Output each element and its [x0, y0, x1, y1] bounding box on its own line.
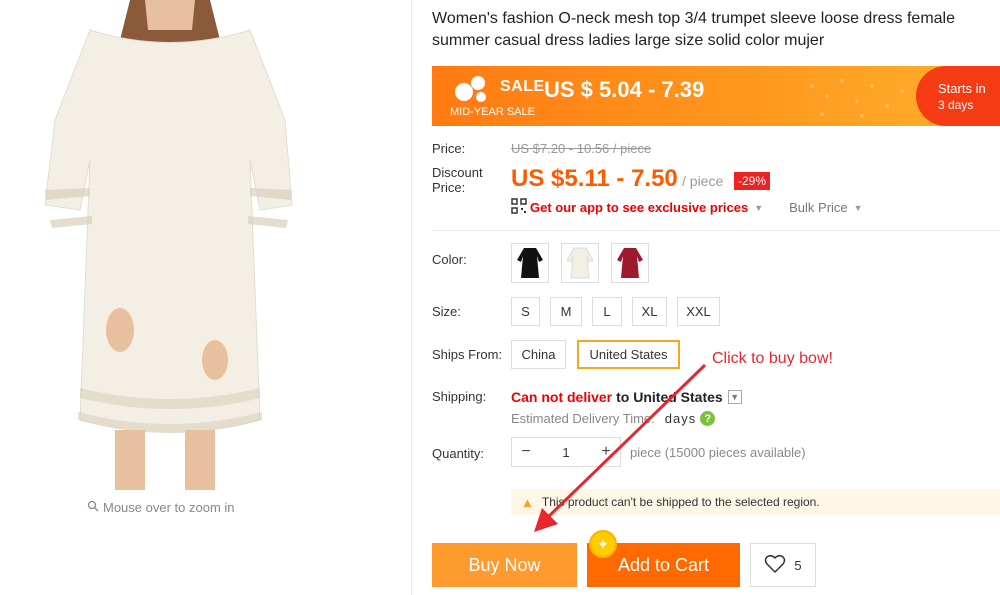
discount-label-line1: Discount [432, 165, 483, 180]
size-label: Size: [432, 304, 461, 319]
sale-pattern-decoration [810, 79, 904, 118]
app-promo-link[interactable]: Get our app to see exclusive prices [530, 200, 748, 215]
zoom-hint: Mouse over to zoom in [87, 500, 235, 515]
quantity-label: Quantity: [432, 446, 485, 461]
shipping-status: Can not deliver to United States ▼ [511, 389, 742, 405]
annotation-text: Click to buy bow! [712, 350, 833, 367]
app-promo-row: Get our app to see exclusive prices ▼ Bu… [511, 198, 863, 217]
quantity-input[interactable]: 1 [540, 445, 592, 460]
ships-from-label: Ships From: [432, 347, 503, 362]
sale-banner: SALE US $ 5.04 - 7.39 MID-YEAR SALE Star… [432, 66, 1000, 126]
price-unit: / piece [682, 173, 724, 189]
discount-label-line2: Price: [432, 180, 466, 195]
warning-text: This product can't be shipped to the sel… [541, 495, 820, 509]
delivery-status: Can not deliver [511, 389, 613, 405]
size-option-xl[interactable]: XL [632, 297, 667, 326]
chevron-down-icon[interactable]: ▼ [727, 390, 742, 404]
estimate-value: days [664, 411, 697, 426]
product-title: Women's fashion O-neck mesh top 3/4 trum… [432, 10, 956, 49]
shipping-label: Shipping: [432, 389, 487, 404]
increase-quantity-button[interactable]: + [592, 443, 620, 461]
original-price: US $7.20 - 10.56 / piece [511, 141, 652, 156]
buy-now-button[interactable]: Buy Now [432, 543, 577, 587]
caret-down-icon[interactable]: ▼ [754, 203, 763, 213]
heart-icon [764, 554, 786, 577]
sale-price: US $ 5.04 - 7.39 [544, 77, 705, 102]
color-swatch-white[interactable] [561, 243, 599, 283]
caret-down-icon[interactable]: ▼ [854, 203, 863, 213]
product-gallery: Mouse over to zoom in [0, 0, 410, 595]
starts-value: 3 days [938, 98, 974, 112]
panel-divider [411, 0, 412, 595]
sale-event: MID-YEAR SALE [450, 106, 535, 118]
color-swatch-burgundy[interactable] [611, 243, 649, 283]
help-icon[interactable]: ? [700, 411, 716, 426]
size-option-s[interactable]: S [511, 297, 540, 326]
discount-label: Discount Price: [432, 165, 483, 195]
starts-label: Starts in [938, 81, 986, 96]
qr-code-icon [511, 198, 527, 217]
ships-from-united-states[interactable]: United States [577, 340, 680, 369]
size-option-l[interactable]: L [592, 297, 622, 326]
product-photo[interactable] [20, 0, 320, 490]
color-label: Color: [432, 252, 467, 267]
sale-word: SALE [500, 78, 545, 95]
quantity-stepper: − 1 + [511, 437, 621, 467]
sale-logo-icon [455, 76, 486, 102]
decrease-quantity-button[interactable]: − [512, 443, 540, 461]
delivery-destination: to United States [616, 389, 723, 405]
estimate-label: Estimated Delivery Time: [511, 411, 655, 426]
shipping-warning: ▲ This product can't be shipped to the s… [511, 489, 1000, 515]
zoom-hint-text: Mouse over to zoom in [103, 500, 235, 515]
warning-icon: ▲ [521, 494, 534, 510]
size-option-xxl[interactable]: XXL [677, 297, 720, 326]
magnifier-icon [87, 500, 99, 515]
section-divider [432, 230, 1000, 231]
discount-badge: -29% [734, 172, 771, 190]
sale-countdown: Starts in 3 days [916, 66, 1000, 126]
price-label: Price: [432, 141, 466, 156]
bulk-price-link[interactable]: Bulk Price [789, 200, 848, 215]
product-info: Women's fashion O-neck mesh top 3/4 trum… [432, 0, 1000, 595]
ships-from-china[interactable]: China [511, 340, 566, 369]
discount-price: US $5.11 - 7.50 [511, 165, 678, 192]
stock-note: piece (15000 pieces available) [630, 445, 806, 460]
wishlist-count: 5 [794, 557, 802, 573]
color-swatch-black[interactable] [511, 243, 549, 283]
wishlist-button[interactable]: 5 [750, 543, 816, 587]
delivery-estimate: Estimated Delivery Time: days ? [511, 411, 716, 426]
size-option-m[interactable]: M [550, 297, 582, 326]
coin-icon: ✦ [589, 530, 617, 558]
